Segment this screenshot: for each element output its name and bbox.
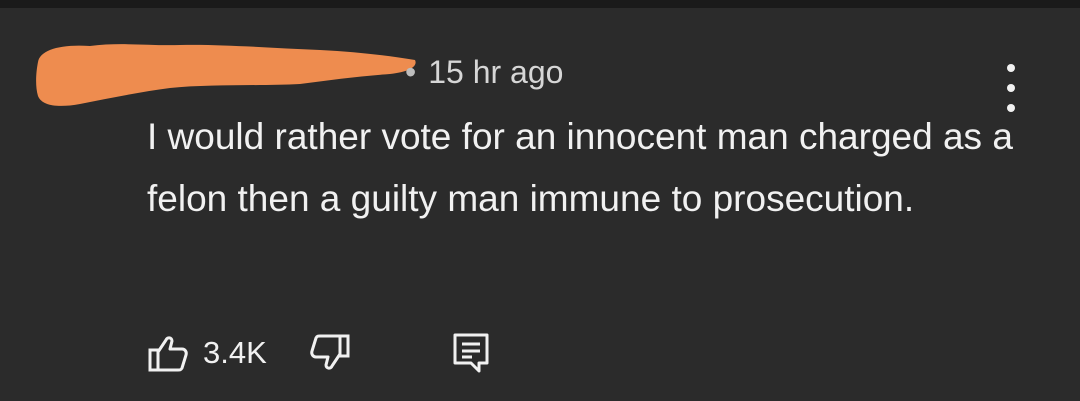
top-divider (0, 0, 1080, 8)
more-options-button[interactable] (996, 64, 1026, 112)
like-button[interactable]: 3.4K (147, 332, 267, 374)
dislike-button[interactable] (309, 332, 351, 374)
like-count: 3.4K (203, 335, 267, 370)
comment-text: I would rather vote for an innocent man … (147, 116, 1013, 219)
comment-timestamp: 15 hr ago (428, 54, 564, 90)
thumbs-down-icon (309, 332, 351, 374)
comment-meta: • 15 hr ago (405, 54, 563, 90)
more-vert-icon-dot (1007, 84, 1015, 92)
comment-card: • 15 hr ago I would rather vote for an in… (0, 8, 1080, 401)
reply-icon (451, 331, 491, 375)
meta-separator: • (405, 54, 417, 90)
reply-button[interactable] (451, 331, 491, 375)
redacted-username (36, 44, 416, 106)
more-vert-icon (1007, 64, 1015, 72)
comment-actions: 3.4K (147, 330, 491, 376)
thumbs-up-icon (147, 332, 189, 374)
